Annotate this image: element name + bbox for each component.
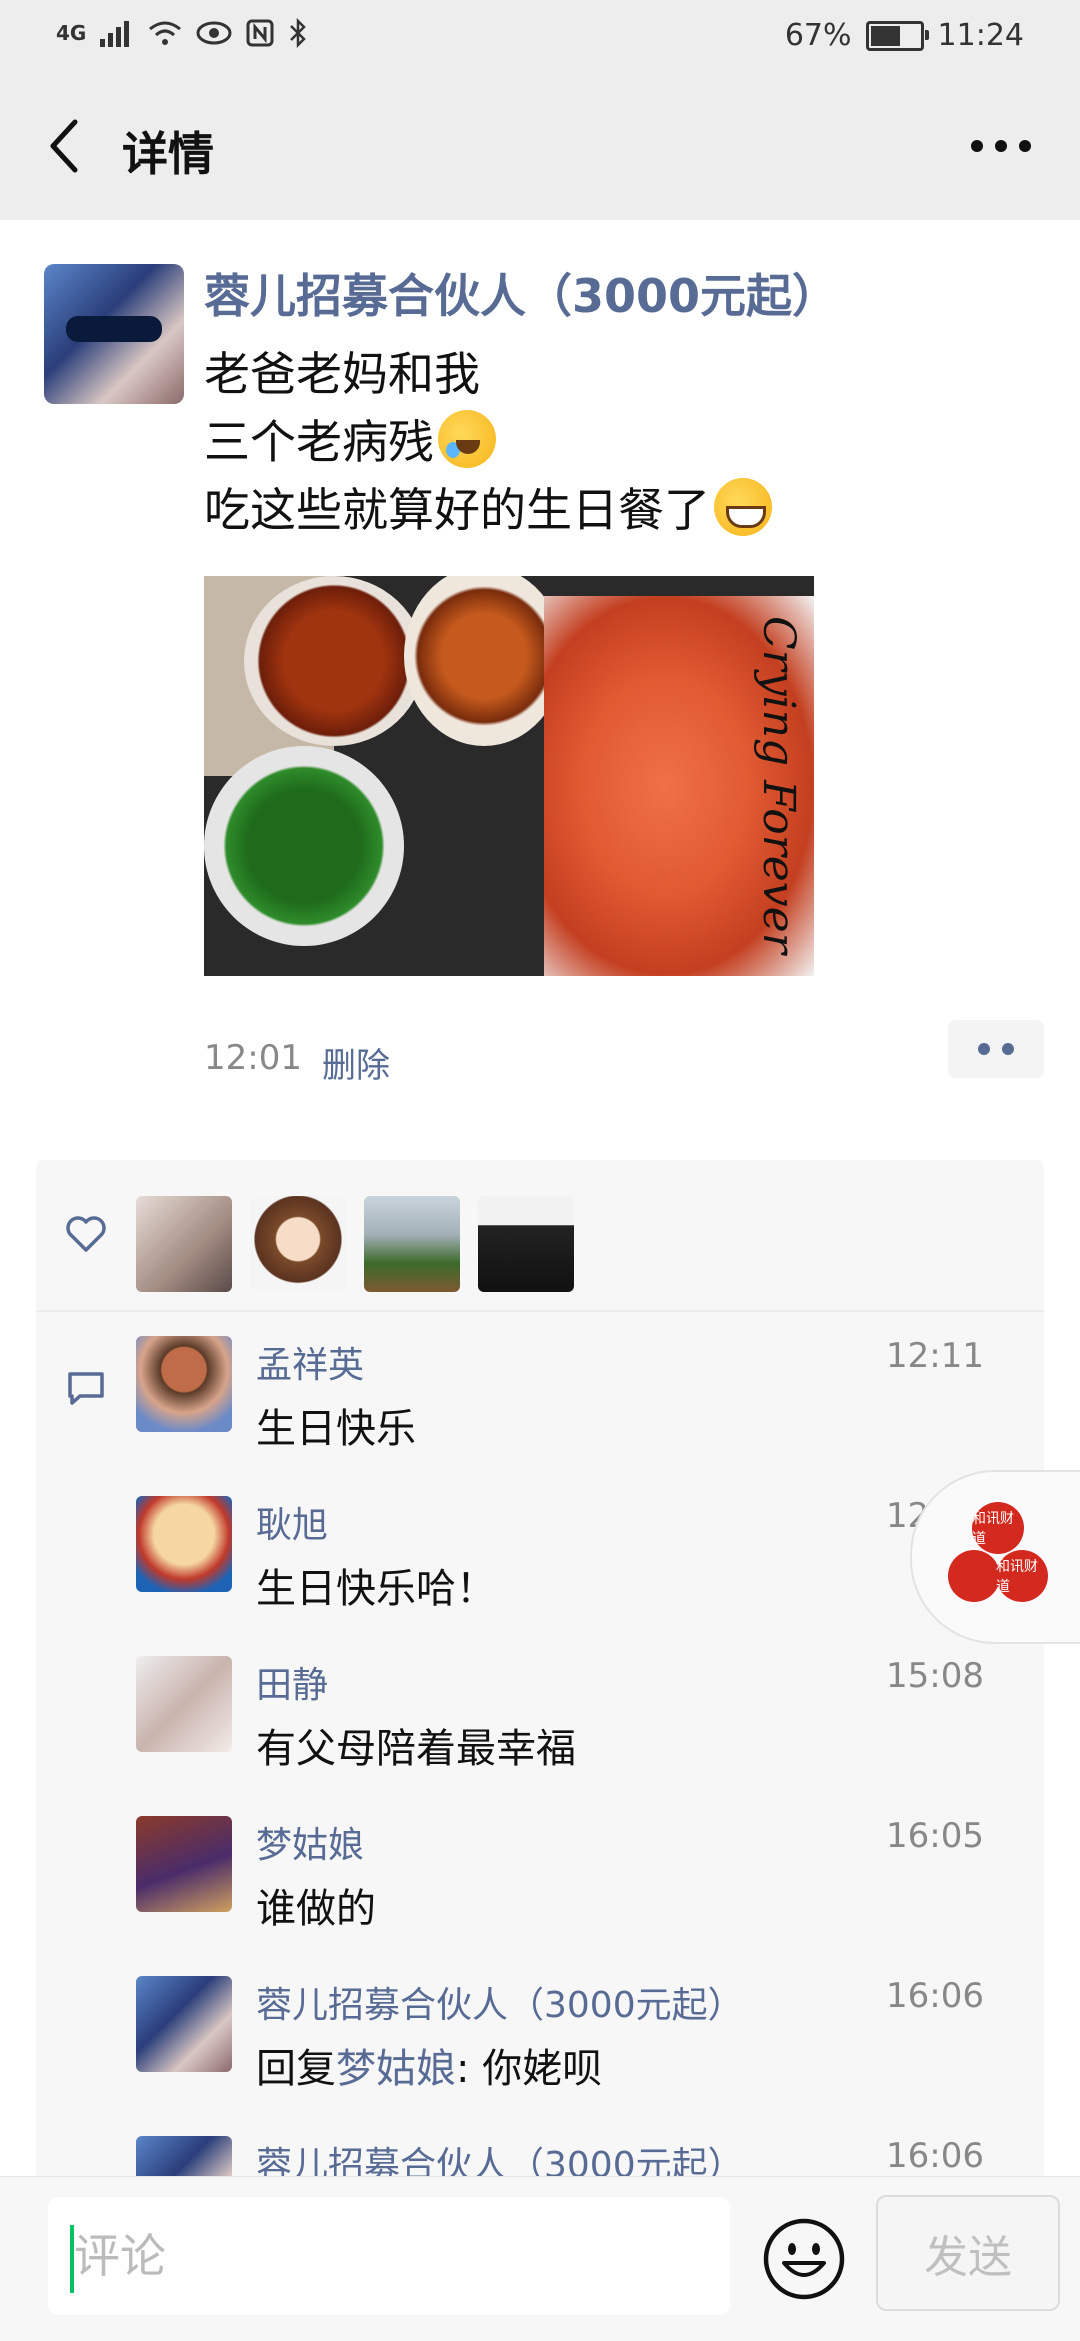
commenter-avatar[interactable]: [136, 1496, 232, 1592]
send-button[interactable]: 发送: [876, 2195, 1060, 2311]
author-avatar[interactable]: [44, 264, 184, 404]
commenter-name[interactable]: 田静: [256, 1656, 328, 1708]
likes-row: [36, 1160, 1044, 1312]
commenter-name[interactable]: 耿旭: [256, 1496, 328, 1548]
more-dot: [1019, 140, 1031, 152]
post-time: 12:01: [204, 1038, 302, 1078]
post-line: 三个老病残: [204, 408, 772, 476]
grin-emoji-icon: [714, 478, 772, 536]
comment-item[interactable]: 孟祥英 12:11 生日快乐: [36, 1310, 1044, 1470]
commenter-name[interactable]: 孟祥英: [256, 1336, 364, 1388]
nav-bar: 详情: [0, 72, 1080, 220]
comment-text: 谁做的: [256, 1886, 376, 1932]
image-overlay-text: Crying Forever: [753, 616, 804, 954]
status-icons-left: 4G: [56, 18, 308, 48]
comment-item[interactable]: 梦姑娘 16:05 谁做的: [36, 1790, 1044, 1950]
wifi-icon: [149, 21, 182, 45]
more-dots-icon: [971, 140, 983, 152]
comment-item[interactable]: 耿旭 12:28 生日快乐哈！: [36, 1470, 1044, 1630]
battery-level: [870, 25, 900, 46]
comment-text: 回复梦姑娘: 你姥呗: [256, 2036, 602, 2094]
watermark-logo: [948, 1550, 1000, 1602]
eye-icon: [196, 21, 232, 45]
status-icons-right: 67% 11:24: [785, 18, 1024, 53]
laugh-cry-emoji-icon: [438, 410, 496, 468]
likes-and-comments: 孟祥英 12:11 生日快乐 耿旭 12:28 生日快乐哈！ 田静 15:08 …: [36, 1160, 1044, 2180]
food-plate-image: [244, 576, 424, 746]
bluetooth-icon: [290, 18, 307, 48]
comment-input[interactable]: [48, 2197, 730, 2315]
more-button[interactable]: [966, 124, 1036, 168]
network-type: 4G: [56, 21, 87, 45]
delete-link[interactable]: 删除: [322, 1038, 390, 1087]
page-title: 详情: [122, 127, 214, 181]
post-text: 老爸老妈和我 三个老病残 吃这些就算好的生日餐了: [204, 340, 772, 544]
more-dot: [995, 140, 1007, 152]
battery-percent: 67%: [784, 18, 852, 53]
food-plate-image: [404, 576, 564, 746]
reply-text: : 你姥呗: [456, 2046, 603, 2092]
commenter-name[interactable]: 蓉儿招募合伙人（3000元起）: [256, 1976, 744, 2028]
comment-time: 15:08: [886, 1656, 984, 1696]
like-avatar[interactable]: [364, 1196, 460, 1292]
comment-text: 生日快乐: [256, 1406, 416, 1452]
commenter-name[interactable]: 梦姑娘: [256, 1816, 364, 1868]
commenter-avatar[interactable]: [136, 1656, 232, 1752]
like-avatar[interactable]: [250, 1196, 346, 1292]
post-image[interactable]: Crying Forever: [204, 576, 814, 976]
commenter-avatar[interactable]: [136, 1816, 232, 1912]
battery-icon: [865, 20, 929, 51]
watermark-logo: 和讯财道: [972, 1502, 1024, 1554]
commenter-avatar[interactable]: [136, 1336, 232, 1432]
signal-icon: [100, 21, 130, 47]
food-plate-image: [204, 746, 404, 946]
commenter-name[interactable]: 蓉儿招募合伙人（3000元起）: [256, 2136, 744, 2180]
like-avatar[interactable]: [136, 1196, 232, 1292]
commenter-avatar[interactable]: [136, 2136, 232, 2180]
post-line-text: 三个老病残: [204, 415, 434, 469]
avatar-glasses: [66, 316, 162, 342]
comment-item[interactable]: 蓉儿招募合伙人（3000元起） 16:06: [36, 2110, 1044, 2180]
heart-icon: [66, 1216, 106, 1252]
comment-text: 有父母陪着最幸福: [256, 1726, 576, 1772]
like-avatar[interactable]: [478, 1196, 574, 1292]
comment-composer: 发送: [0, 2176, 1080, 2341]
comment-item[interactable]: 蓉儿招募合伙人（3000元起） 16:06 回复梦姑娘: 你姥呗: [36, 1950, 1044, 2110]
back-button[interactable]: [36, 118, 92, 174]
reply-to-name[interactable]: 梦姑娘: [336, 2046, 456, 2092]
like-comment-button[interactable]: [948, 1020, 1044, 1078]
reply-prefix: 回复: [256, 2046, 336, 2092]
chevron-left-icon: [50, 119, 78, 173]
text-caret: [70, 2225, 74, 2293]
action-dot: [1002, 1043, 1014, 1055]
hexun-watermark-badge[interactable]: 和讯财道 和讯财道: [910, 1470, 1080, 1644]
post-line: 老爸老妈和我: [204, 347, 480, 401]
clock: 11:24: [937, 18, 1024, 53]
watermark-logo: 和讯财道: [996, 1550, 1048, 1602]
author-name[interactable]: 蓉儿招募合伙人（3000元起）: [204, 260, 838, 326]
comment-text: 生日快乐哈！: [256, 1566, 496, 1612]
post-line-text: 吃这些就算好的生日餐了: [204, 483, 710, 537]
post-line: 吃这些就算好的生日餐了: [204, 476, 772, 544]
comment-time: 16:06: [886, 2136, 984, 2176]
nfc-icon: [246, 19, 274, 47]
comment-time: 16:06: [886, 1976, 984, 2016]
commenter-avatar[interactable]: [136, 1976, 232, 2072]
action-dots-icon: [978, 1043, 990, 1055]
comment-time: 12:11: [886, 1336, 984, 1376]
comment-time: 16:05: [886, 1816, 984, 1856]
status-bar: 4G 67% 11:24: [0, 0, 1080, 72]
comment-item[interactable]: 田静 15:08 有父母陪着最幸福: [36, 1630, 1044, 1790]
smiley-icon[interactable]: [762, 2217, 846, 2301]
